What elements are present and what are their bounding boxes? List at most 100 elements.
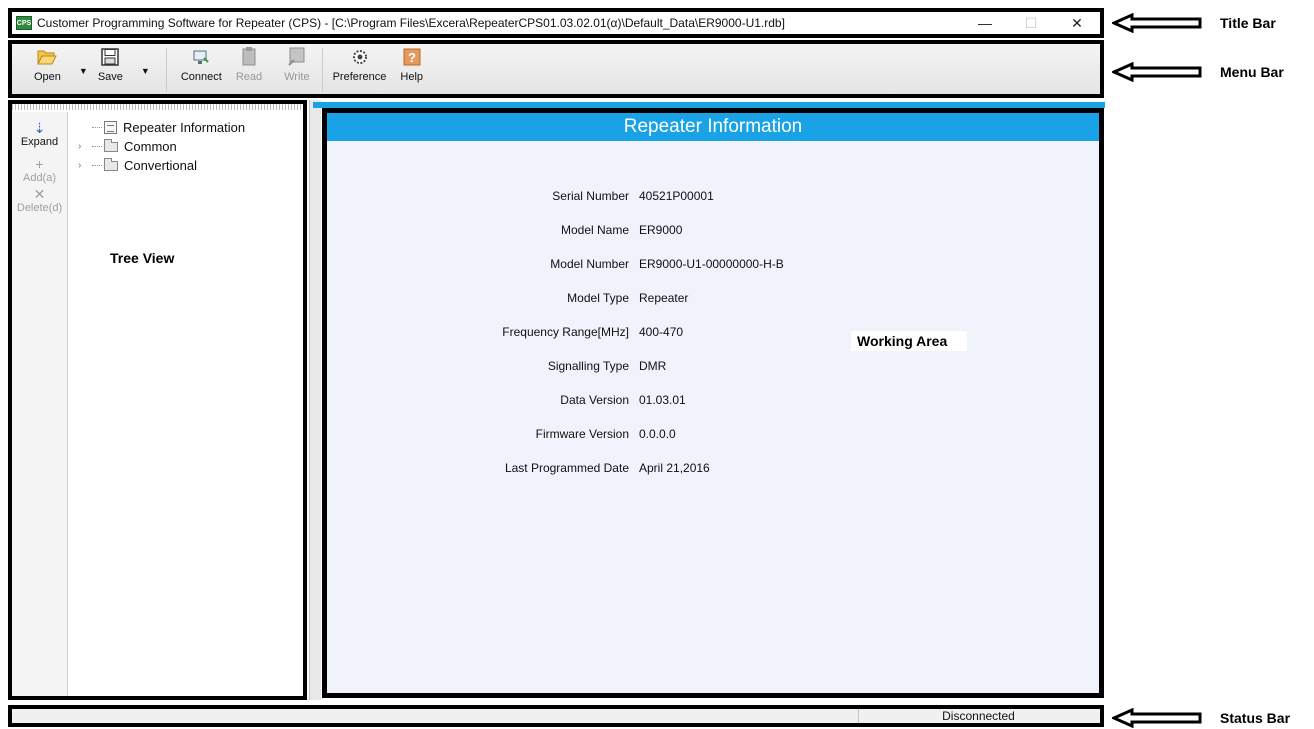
info-value: ER9000 xyxy=(639,223,683,237)
expand-label: Expand xyxy=(20,136,59,148)
info-row: Model Number ER9000-U1-00000000-H-B xyxy=(327,257,1099,273)
expand-button[interactable]: ⇣ Expand xyxy=(12,120,67,148)
info-label: Serial Number xyxy=(552,189,629,203)
write-button[interactable]: Write xyxy=(284,46,310,83)
add-label: Add(a) xyxy=(22,172,57,184)
toolbar-separator xyxy=(321,48,323,92)
open-button[interactable]: Open xyxy=(34,46,61,83)
plus-icon: + xyxy=(35,156,44,172)
status-bar-callout: Status Bar xyxy=(1112,708,1290,728)
folder-icon xyxy=(104,157,118,171)
info-label: Model Name xyxy=(560,223,629,237)
preference-button[interactable]: Preference xyxy=(333,46,386,83)
add-button[interactable]: + Add(a) xyxy=(12,156,67,184)
delete-label: Delete(d) xyxy=(16,202,63,214)
delete-button[interactable]: ✕ Delete(d) xyxy=(12,186,67,214)
info-label: Model Number xyxy=(550,257,629,271)
info-value: 0.0.0.0 xyxy=(639,427,676,441)
window-title: Customer Programming Software for Repeat… xyxy=(37,16,785,30)
info-value: April 21,2016 xyxy=(639,461,710,475)
info-row: Firmware Version 0.0.0.0 xyxy=(327,427,1099,443)
connect-button[interactable]: Connect xyxy=(181,46,222,83)
arrow-left-icon xyxy=(1112,13,1202,33)
document-icon xyxy=(104,121,117,134)
work-area-header: Repeater Information xyxy=(327,113,1099,141)
folder-open-icon xyxy=(36,46,58,68)
write-label: Write xyxy=(284,71,310,83)
info-value: DMR xyxy=(639,359,667,373)
save-label: Save xyxy=(97,71,123,83)
tree-view-panel: ⇣ Expand + Add(a) ✕ Delete(d) Repeater I… xyxy=(8,100,307,700)
info-row: Data Version 01.03.01 xyxy=(327,393,1099,409)
floppy-disk-icon xyxy=(99,46,121,68)
working-area: Repeater Information Serial Number 40521P… xyxy=(322,108,1104,698)
help-icon: ? xyxy=(401,46,423,68)
expand-tree-icon: ⇣ xyxy=(33,120,46,136)
arrow-left-icon xyxy=(1112,62,1202,82)
read-label: Read xyxy=(235,71,263,83)
tree-item-repeater-information[interactable]: Repeater Information xyxy=(78,118,245,137)
close-icon: ✕ xyxy=(33,186,46,202)
chevron-right-icon[interactable]: › xyxy=(78,141,92,152)
info-value: Repeater xyxy=(639,291,689,305)
status-bar-label: Status Bar xyxy=(1220,710,1291,726)
info-label: Model Type xyxy=(567,291,629,305)
open-label: Open xyxy=(34,71,61,83)
help-button[interactable]: ? Help xyxy=(400,46,423,83)
write-icon xyxy=(286,46,308,68)
info-label: Signalling Type xyxy=(547,359,629,373)
info-label: Frequency Range[MHz] xyxy=(502,325,629,339)
menu-bar: Open ▼ Save ▼ Connect Read Write Prefere… xyxy=(8,40,1104,98)
info-row: Frequency Range[MHz] 400-470 xyxy=(327,325,1099,341)
status-bar: Disconnected xyxy=(8,705,1104,727)
info-label: Data Version xyxy=(560,393,629,407)
read-icon xyxy=(238,46,260,68)
info-row: Signalling Type DMR xyxy=(327,359,1099,375)
minimize-button[interactable]: — xyxy=(962,12,1008,34)
close-button[interactable]: ✕ xyxy=(1054,12,1100,34)
svg-text:?: ? xyxy=(408,50,416,65)
save-button[interactable]: Save xyxy=(98,46,123,83)
save-dropdown-icon[interactable]: ▼ xyxy=(141,66,150,76)
folder-icon xyxy=(104,138,118,152)
info-row: Model Type Repeater xyxy=(327,291,1099,307)
working-area-annotation: Working Area xyxy=(851,331,968,351)
panel-grip[interactable] xyxy=(12,104,303,110)
tree-line xyxy=(92,127,102,128)
info-value: 400-470 xyxy=(639,325,684,339)
info-row: Serial Number 40521P00001 xyxy=(327,189,1099,205)
tree-item-convertional[interactable]: › Convertional xyxy=(78,156,245,175)
tree-list: Repeater Information › Common › Converti… xyxy=(78,118,245,175)
tree-item-label: Convertional xyxy=(124,158,197,173)
connect-label: Connect xyxy=(180,71,222,83)
tree-item-common[interactable]: › Common xyxy=(78,137,245,156)
chevron-right-icon[interactable]: › xyxy=(78,160,92,171)
info-value: 40521P00001 xyxy=(639,189,714,203)
info-row: Model Name ER9000 xyxy=(327,223,1099,239)
read-button[interactable]: Read xyxy=(236,46,262,83)
maximize-button[interactable]: ☐ xyxy=(1008,12,1054,34)
tree-item-label: Common xyxy=(124,139,177,154)
connect-icon xyxy=(190,46,212,68)
info-value: 01.03.01 xyxy=(639,393,686,407)
info-value: ER9000-U1-00000000-H-B xyxy=(639,257,784,271)
tree-item-label: Repeater Information xyxy=(123,120,246,135)
gear-icon xyxy=(349,46,371,68)
info-row: Last Programmed Date April 21,2016 xyxy=(327,461,1099,477)
toolbar-separator xyxy=(165,48,167,92)
panel-splitter[interactable] xyxy=(309,100,321,700)
title-bar: CPS Customer Programming Software for Re… xyxy=(8,8,1104,38)
open-dropdown-icon[interactable]: ▼ xyxy=(79,66,88,76)
help-label: Help xyxy=(400,71,424,83)
menu-bar-callout: Menu Bar xyxy=(1112,62,1284,82)
app-icon: CPS xyxy=(16,16,32,30)
title-bar-callout: Title Bar xyxy=(1112,13,1276,33)
menu-bar-label: Menu Bar xyxy=(1220,64,1284,80)
title-bar-label: Title Bar xyxy=(1220,15,1276,31)
arrow-left-icon xyxy=(1112,708,1202,728)
info-label: Firmware Version xyxy=(535,427,629,441)
tree-line xyxy=(92,165,102,166)
connection-status: Disconnected xyxy=(858,709,1098,723)
tree-line xyxy=(92,146,102,147)
window-controls: — ☐ ✕ xyxy=(962,12,1100,34)
